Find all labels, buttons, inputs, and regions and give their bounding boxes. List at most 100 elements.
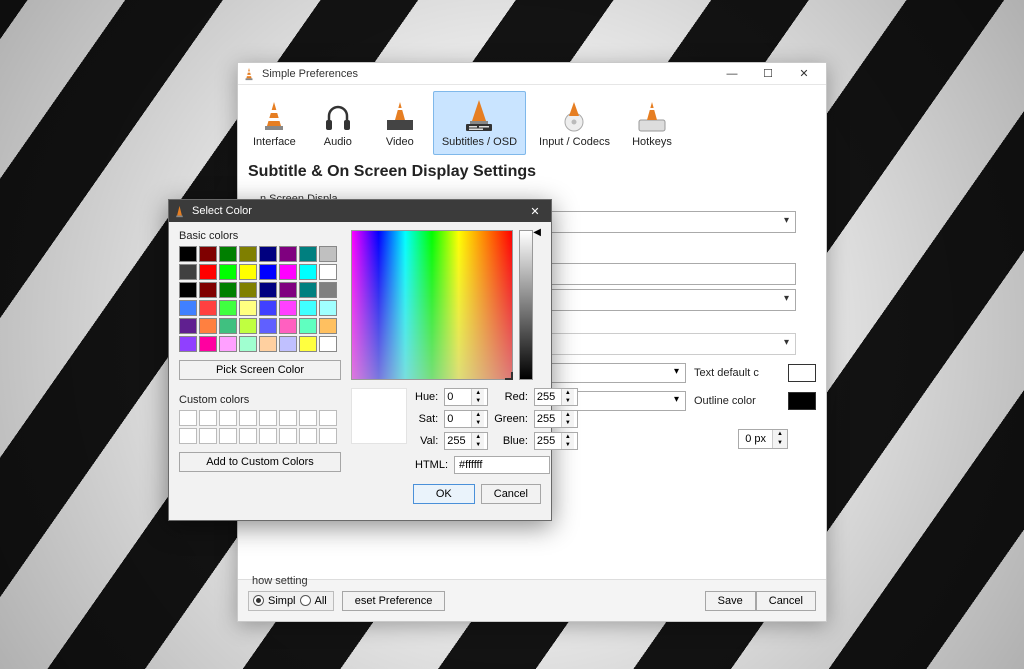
custom-color-slot[interactable]	[239, 410, 257, 426]
basic-color-swatch[interactable]	[199, 246, 217, 262]
shadow-offset-spinner[interactable]: 0 px ▲▼	[738, 429, 788, 449]
basic-color-swatch[interactable]	[219, 336, 237, 352]
html-color-input[interactable]	[454, 456, 550, 474]
basic-color-swatch[interactable]	[299, 282, 317, 298]
spinner-down[interactable]: ▼	[773, 439, 787, 448]
basic-color-swatch[interactable]	[319, 246, 337, 262]
color-spectrum[interactable]	[351, 230, 513, 380]
basic-color-swatch[interactable]	[219, 318, 237, 334]
red-input[interactable]	[535, 391, 561, 403]
basic-color-swatch[interactable]	[319, 318, 337, 334]
radio-all[interactable]	[300, 595, 311, 606]
custom-color-slot[interactable]	[319, 428, 337, 444]
basic-color-swatch[interactable]	[279, 300, 297, 316]
basic-color-swatch[interactable]	[239, 282, 257, 298]
basic-color-swatch[interactable]	[219, 264, 237, 280]
basic-color-swatch[interactable]	[299, 318, 317, 334]
basic-color-swatch[interactable]	[239, 318, 257, 334]
custom-color-slot[interactable]	[219, 428, 237, 444]
basic-color-swatch[interactable]	[299, 336, 317, 352]
basic-color-swatch[interactable]	[259, 264, 277, 280]
basic-color-swatch[interactable]	[279, 282, 297, 298]
cancel-button[interactable]: Cancel	[756, 591, 816, 611]
basic-color-swatch[interactable]	[239, 264, 257, 280]
custom-color-slot[interactable]	[259, 410, 277, 426]
green-spinner[interactable]: ▲▼	[534, 410, 578, 428]
basic-color-swatch[interactable]	[259, 336, 277, 352]
close-button[interactable]: ✕	[786, 63, 822, 85]
custom-color-slot[interactable]	[199, 428, 217, 444]
tab-subtitles-osd[interactable]: Subtitles / OSD	[433, 91, 526, 155]
basic-color-swatch[interactable]	[179, 336, 197, 352]
basic-color-swatch[interactable]	[239, 336, 257, 352]
basic-color-swatch[interactable]	[239, 300, 257, 316]
basic-color-swatch[interactable]	[199, 300, 217, 316]
tab-interface[interactable]: Interface	[244, 91, 305, 155]
basic-color-swatch[interactable]	[219, 246, 237, 262]
val-spinner[interactable]: ▲▼	[444, 432, 488, 450]
reset-preferences-button[interactable]: eset Preference	[342, 591, 446, 611]
custom-color-slot[interactable]	[259, 428, 277, 444]
tab-audio[interactable]: Audio	[309, 91, 367, 155]
basic-color-swatch[interactable]	[319, 264, 337, 280]
basic-color-swatch[interactable]	[199, 282, 217, 298]
tab-hotkeys[interactable]: Hotkeys	[623, 91, 681, 155]
custom-color-slot[interactable]	[179, 410, 197, 426]
basic-color-swatch[interactable]	[279, 318, 297, 334]
val-input[interactable]	[445, 435, 471, 447]
value-slider[interactable]: ◀	[519, 230, 533, 380]
spinner-up[interactable]: ▲	[773, 430, 787, 439]
blue-input[interactable]	[535, 435, 561, 447]
sat-input[interactable]	[445, 413, 471, 425]
custom-color-slot[interactable]	[319, 410, 337, 426]
tab-input-codecs[interactable]: Input / Codecs	[530, 91, 619, 155]
preferences-titlebar[interactable]: Simple Preferences — ☐ ✕	[238, 63, 826, 85]
text-color-swatch[interactable]	[788, 364, 816, 382]
add-to-custom-colors-button[interactable]: Add to Custom Colors	[179, 452, 341, 472]
tab-video[interactable]: Video	[371, 91, 429, 155]
custom-color-slot[interactable]	[219, 410, 237, 426]
custom-color-slot[interactable]	[199, 410, 217, 426]
blue-spinner[interactable]: ▲▼	[534, 432, 578, 450]
basic-color-swatch[interactable]	[319, 336, 337, 352]
basic-color-swatch[interactable]	[179, 300, 197, 316]
basic-color-swatch[interactable]	[179, 264, 197, 280]
red-spinner[interactable]: ▲▼	[534, 388, 578, 406]
sat-spinner[interactable]: ▲▼	[444, 410, 488, 428]
save-button[interactable]: Save	[705, 591, 756, 611]
basic-color-swatch[interactable]	[179, 282, 197, 298]
custom-color-slot[interactable]	[239, 428, 257, 444]
custom-color-slot[interactable]	[299, 410, 317, 426]
basic-color-swatch[interactable]	[219, 300, 237, 316]
basic-color-swatch[interactable]	[299, 264, 317, 280]
basic-color-swatch[interactable]	[199, 318, 217, 334]
basic-color-swatch[interactable]	[199, 264, 217, 280]
color-cancel-button[interactable]: Cancel	[481, 484, 541, 504]
minimize-button[interactable]: —	[714, 63, 750, 85]
green-input[interactable]	[535, 413, 561, 425]
hue-input[interactable]	[445, 391, 471, 403]
basic-color-swatch[interactable]	[179, 246, 197, 262]
custom-color-slot[interactable]	[279, 428, 297, 444]
color-dialog-titlebar[interactable]: Select Color ✕	[169, 200, 551, 222]
basic-color-swatch[interactable]	[279, 336, 297, 352]
hue-spinner[interactable]: ▲▼	[444, 388, 488, 406]
color-dialog-close-icon[interactable]: ✕	[523, 205, 547, 218]
basic-color-swatch[interactable]	[259, 246, 277, 262]
basic-color-swatch[interactable]	[199, 336, 217, 352]
basic-color-swatch[interactable]	[259, 282, 277, 298]
maximize-button[interactable]: ☐	[750, 63, 786, 85]
basic-color-swatch[interactable]	[279, 246, 297, 262]
basic-color-swatch[interactable]	[319, 282, 337, 298]
custom-color-slot[interactable]	[179, 428, 197, 444]
basic-color-swatch[interactable]	[319, 300, 337, 316]
color-ok-button[interactable]: OK	[413, 484, 475, 504]
basic-color-swatch[interactable]	[299, 300, 317, 316]
basic-color-swatch[interactable]	[179, 318, 197, 334]
basic-color-swatch[interactable]	[259, 318, 277, 334]
basic-color-swatch[interactable]	[259, 300, 277, 316]
pick-screen-color-button[interactable]: Pick Screen Color	[179, 360, 341, 380]
custom-color-slot[interactable]	[279, 410, 297, 426]
basic-color-swatch[interactable]	[299, 246, 317, 262]
outline-color-swatch[interactable]	[788, 392, 816, 410]
